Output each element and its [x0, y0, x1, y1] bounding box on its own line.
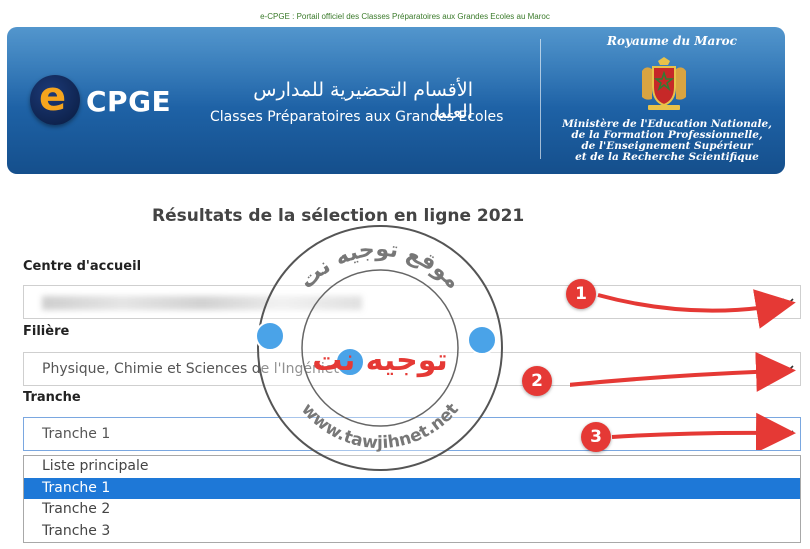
moroccan-coat-of-arms-icon	[642, 57, 686, 110]
arrow-1	[597, 289, 796, 329]
dropdown-option[interactable]: Liste principale	[24, 456, 800, 478]
royaume-text: Royaume du Maroc	[607, 34, 737, 48]
header-banner: e CPGE الأقسام التحضيرية للمدارس العليا …	[7, 27, 785, 174]
ministere-line: et de la Recherche Scientifique	[575, 151, 759, 163]
banner-divider	[540, 39, 541, 159]
obscured-value	[42, 296, 362, 310]
dropdown-option[interactable]: Tranche 3	[24, 521, 800, 543]
page-title: Résultats de la sélection en ligne 2021	[152, 206, 525, 226]
arrow-3	[611, 412, 796, 450]
logo-letter: e	[39, 74, 67, 120]
ecpge-logo-icon: e	[30, 75, 80, 125]
annotation-arrows	[570, 289, 796, 450]
annotation-badge: 2	[522, 366, 552, 396]
tranche-value: Tranche 1	[42, 426, 111, 442]
logo-text: CPGE	[86, 85, 172, 118]
filiere-value: Physique, Chimie et Sciences de l'Ingéni…	[42, 361, 348, 377]
french-title: Classes Préparatoires aux Grandes Ecoles	[210, 109, 504, 125]
arrow-2	[570, 351, 796, 392]
ministere-text: Ministère de l'Education Nationale, de l…	[552, 119, 782, 163]
annotation-badge: 3	[581, 422, 611, 452]
dropdown-option[interactable]: Tranche 2	[24, 499, 800, 521]
portal-tagline: e-CPGE : Portail officiel des Classes Pr…	[260, 12, 550, 21]
filiere-label: Filière	[23, 324, 70, 339]
tranche-dropdown-list[interactable]: Liste principale Tranche 1 Tranche 2 Tra…	[23, 455, 801, 543]
tranche-label: Tranche	[23, 390, 81, 405]
dropdown-option-selected[interactable]: Tranche 1	[24, 477, 800, 499]
annotation-badge: 1	[566, 279, 596, 309]
centre-label: Centre d'accueil	[23, 259, 142, 274]
